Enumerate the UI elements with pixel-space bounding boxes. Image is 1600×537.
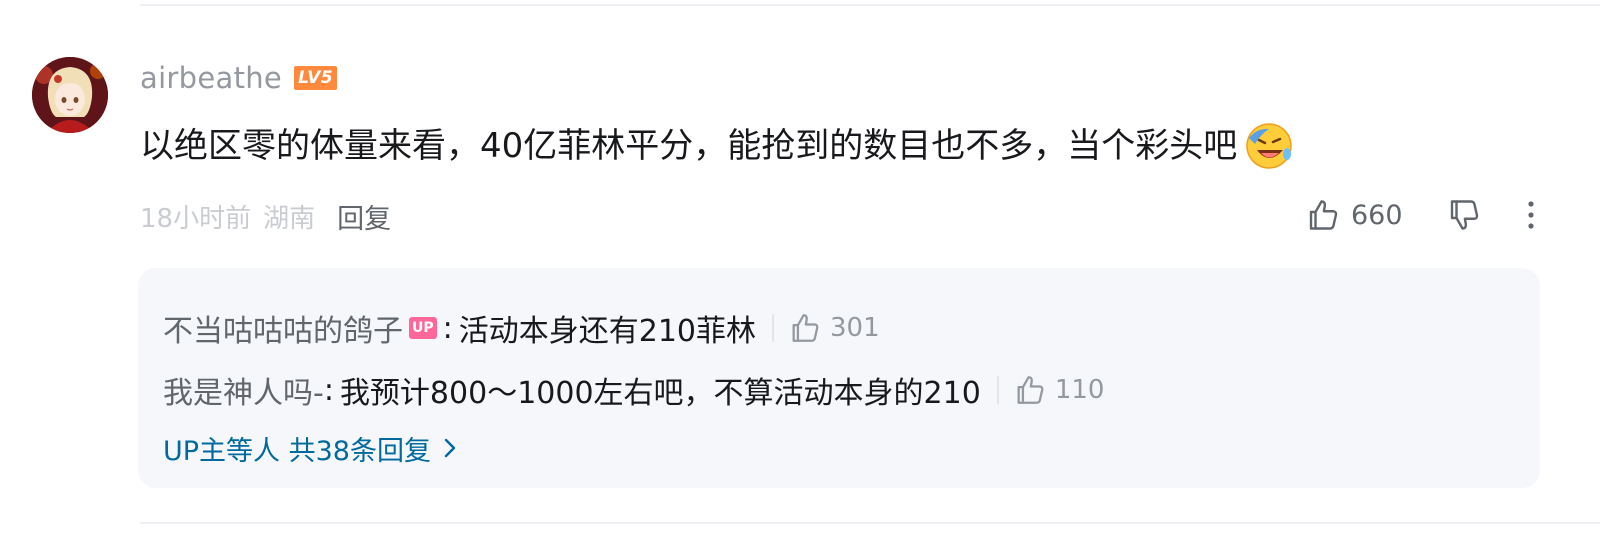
view-more-replies-link[interactable]: UP主等人 共38条回复	[163, 428, 457, 468]
sub-reply-separator: :	[323, 372, 334, 408]
up-badge: UP	[409, 317, 437, 339]
sub-reply-username[interactable]: 不当咕咕咕的鸽子	[163, 306, 403, 350]
avatar-image	[32, 57, 108, 133]
comment-meta: 18小时前 湖南 回复	[140, 196, 391, 236]
bottom-divider	[140, 522, 1600, 524]
sub-reply-like-button[interactable]: 301	[788, 311, 880, 345]
sub-reply-username[interactable]: 我是神人吗-	[163, 368, 324, 412]
more-options-button[interactable]	[1521, 192, 1541, 238]
sub-reply-item[interactable]: 我是神人吗- : 我预计800～1000左右吧，不算活动本身的210 110	[163, 368, 1104, 412]
sub-replies-panel: 不当咕咕咕的鸽子 UP : 活动本身还有210菲林 301 我是神人吗- : 我…	[138, 268, 1540, 488]
sub-reply-like-button[interactable]: 110	[1013, 373, 1105, 407]
laughing-crying-emoji-icon	[1243, 120, 1295, 172]
thumbs-down-icon	[1446, 197, 1482, 233]
comment-time: 18小时前	[140, 203, 252, 234]
thumbs-up-icon	[1305, 197, 1341, 233]
sub-reply-like-count: 110	[1054, 375, 1105, 405]
chevron-right-icon	[443, 436, 457, 460]
comment-text: 以绝区零的体量来看，40亿菲林平分，能抢到的数目也不多，当个彩头吧	[140, 126, 1238, 166]
like-count: 660	[1351, 199, 1403, 231]
sub-reply-divider	[996, 376, 999, 404]
thumbs-up-icon	[1013, 373, 1047, 407]
sub-reply-like-count: 301	[830, 313, 880, 343]
avatar[interactable]	[32, 57, 108, 133]
sub-reply-text: 我预计800～1000左右吧，不算活动本身的210	[339, 376, 981, 411]
top-divider	[140, 4, 1600, 6]
reply-button[interactable]: 回复	[337, 197, 391, 236]
sub-reply-separator: :	[442, 310, 453, 346]
comment-content: 以绝区零的体量来看，40亿菲林平分，能抢到的数目也不多，当个彩头吧	[140, 118, 1295, 174]
comment-header: airbeathe LV5	[140, 58, 338, 98]
sub-reply-text: 活动本身还有210菲林	[458, 314, 757, 349]
dislike-button[interactable]	[1446, 192, 1482, 238]
sub-reply-divider	[772, 314, 775, 342]
username[interactable]: airbeathe	[140, 61, 282, 95]
level-badge: LV5	[294, 66, 338, 90]
comment-location: 湖南	[263, 203, 316, 234]
more-replies-label: UP主等人 共38条回复	[163, 435, 431, 467]
more-vertical-icon	[1521, 197, 1541, 233]
sub-reply-item[interactable]: 不当咕咕咕的鸽子 UP : 活动本身还有210菲林 301	[163, 306, 880, 350]
thumbs-up-icon	[788, 311, 822, 345]
like-button[interactable]: 660	[1305, 192, 1403, 238]
